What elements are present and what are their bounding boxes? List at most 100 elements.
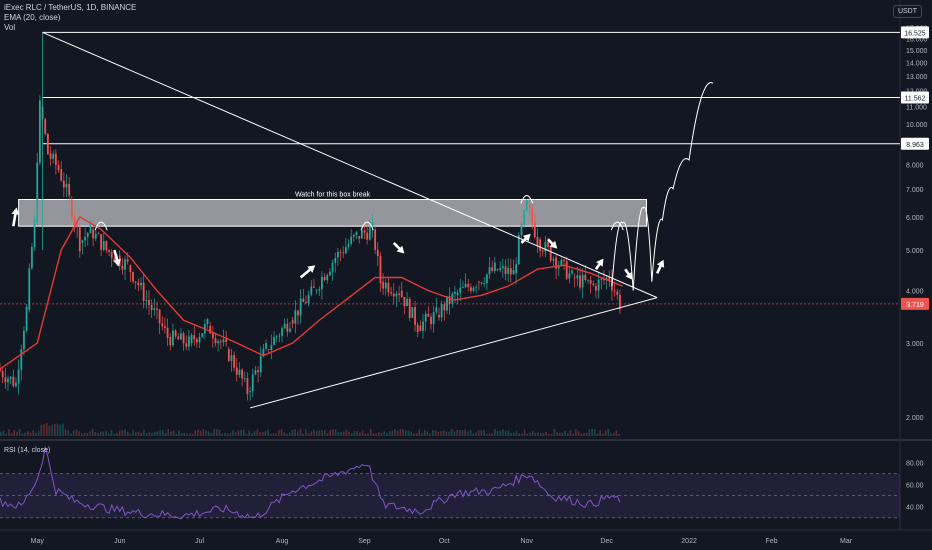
- volume-bar: [572, 433, 574, 436]
- candle-body: [89, 223, 92, 234]
- volume-bar: [278, 429, 280, 436]
- time-axis-tick: 2022: [681, 538, 697, 545]
- volume-bar: [591, 429, 593, 436]
- candle-body: [140, 282, 142, 286]
- candle-body: [33, 218, 36, 247]
- candle-body: [501, 266, 504, 269]
- candle-body: [358, 236, 361, 239]
- volume-bar: [307, 433, 310, 436]
- candle-body: [344, 247, 347, 254]
- volume-bar: [521, 433, 523, 436]
- volume-bar: [472, 433, 475, 436]
- volume-bar: [453, 431, 456, 436]
- time-axis-tick: Feb: [766, 538, 778, 545]
- volume-bar: [62, 423, 64, 436]
- candle-body: [531, 207, 534, 222]
- rsi-axis-tick: 40.00: [906, 505, 924, 512]
- volume-bar: [64, 429, 67, 436]
- candle-body: [86, 233, 89, 237]
- volume-bar: [172, 430, 175, 436]
- volume-bar: [2, 430, 5, 436]
- volume-bar: [221, 433, 223, 436]
- time-axis-tick: May: [31, 538, 45, 545]
- candle-body: [374, 229, 377, 250]
- rsi-axis-tick: 80.00: [906, 461, 924, 468]
- candle-body: [528, 205, 531, 208]
- volume-bar: [54, 423, 56, 436]
- candle-body: [65, 183, 68, 188]
- candle-body: [198, 337, 201, 343]
- volume-bar: [59, 424, 61, 436]
- candle-body: [187, 336, 190, 347]
- candle-body: [156, 308, 158, 310]
- candle-body: [552, 259, 555, 261]
- projection-path: [611, 82, 714, 291]
- volume-bar: [113, 433, 115, 436]
- volume-bar: [199, 430, 202, 436]
- volume-bar: [216, 429, 218, 436]
- volume-bar: [5, 433, 7, 436]
- volume-bar: [448, 431, 450, 436]
- candle-body: [57, 165, 60, 170]
- volume-bar: [369, 429, 372, 436]
- arrow-icon: [392, 241, 405, 254]
- volume-bar: [137, 431, 140, 436]
- volume-bar: [434, 430, 437, 436]
- candle-body: [515, 264, 518, 274]
- volume-bar: [583, 433, 585, 436]
- volume-bar: [297, 431, 299, 436]
- candle-body: [225, 339, 228, 343]
- candle-body: [435, 307, 438, 313]
- candle-body: [180, 333, 182, 340]
- volume-bar: [588, 429, 591, 436]
- volume-bar: [143, 429, 145, 436]
- volume-bar: [324, 430, 326, 436]
- volume-bar: [602, 433, 604, 436]
- volume-bar: [124, 429, 126, 436]
- volume-bar: [132, 429, 134, 436]
- volume-bar: [116, 433, 118, 436]
- volume-bar: [469, 430, 472, 436]
- candle-body: [158, 309, 161, 324]
- volume-bar: [108, 433, 110, 436]
- volume-bar: [313, 429, 315, 436]
- arrow-icon: [113, 249, 121, 267]
- volume-bar: [97, 432, 99, 436]
- volume-bar: [299, 429, 302, 436]
- candle-body: [270, 344, 273, 350]
- candle-body: [302, 298, 305, 303]
- volume-bar: [529, 432, 531, 436]
- volume-bar: [394, 429, 396, 436]
- volume-bar: [72, 430, 75, 436]
- volume-bar: [283, 432, 286, 436]
- candle-body: [533, 221, 536, 237]
- candle-body: [94, 233, 97, 239]
- candle-body: [456, 292, 459, 296]
- candle-body: [219, 341, 222, 343]
- candle-body: [459, 287, 462, 293]
- candle-body: [406, 298, 408, 307]
- candle-body: [281, 328, 283, 336]
- chart: 17.00016.00015.00014.00013.00012.00011.0…: [0, 0, 932, 545]
- rsi-legend: RSI (14, close): [4, 447, 50, 454]
- volume-bar: [361, 429, 364, 436]
- volume-bar: [378, 432, 380, 436]
- volume-bar: [140, 432, 142, 436]
- candle-body: [329, 271, 331, 276]
- volume-bar: [29, 432, 32, 436]
- volume-bar: [537, 432, 539, 436]
- candle-body: [265, 342, 267, 349]
- candle-body: [616, 291, 619, 295]
- candle-body: [92, 229, 95, 239]
- candle-body: [254, 370, 257, 375]
- candle-body: [54, 153, 57, 166]
- candle-body: [164, 326, 166, 328]
- candle-body: [177, 336, 180, 340]
- volume-bar: [67, 430, 70, 436]
- volume-bar: [502, 429, 504, 436]
- candle-body: [273, 337, 275, 345]
- volume-bar: [126, 431, 129, 436]
- currency-button[interactable]: USDT: [892, 5, 922, 18]
- volume-bar: [483, 430, 485, 436]
- volume-bar: [94, 431, 97, 436]
